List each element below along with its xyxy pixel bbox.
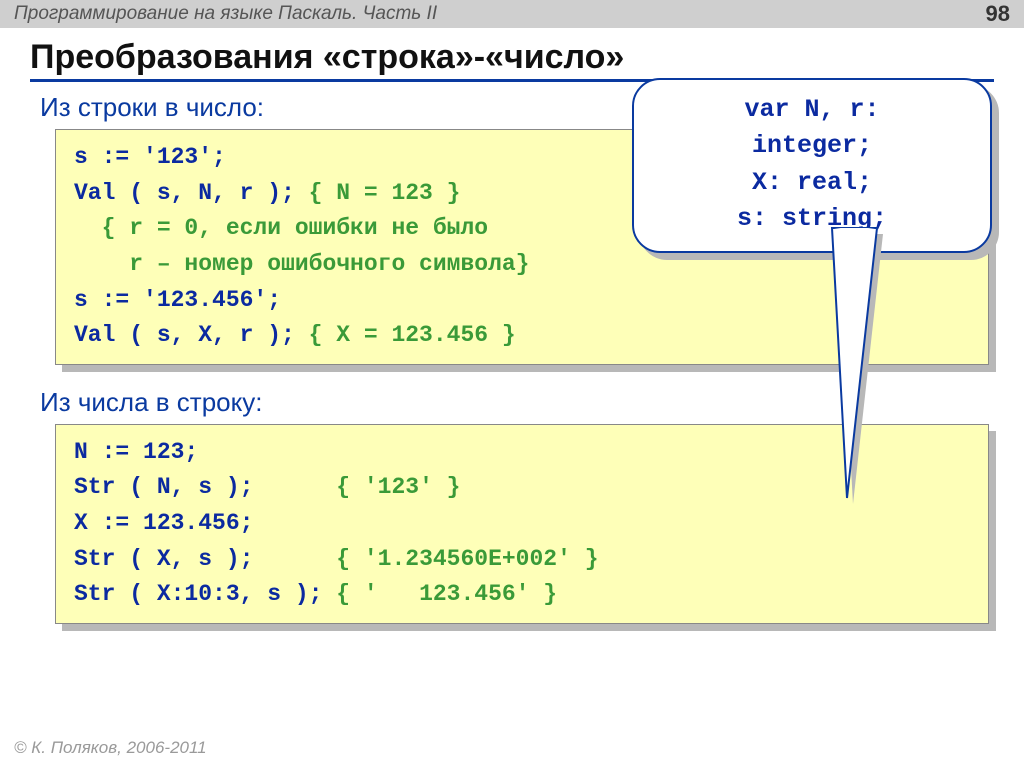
copyright: © К. Поляков, 2006-2011 (14, 738, 207, 758)
code-line: Str ( X:10:3, s ); { ' 123.456' } (74, 577, 970, 613)
page-title: Преобразования «строка»-«число» (0, 28, 1024, 79)
decl-line: X: real; (654, 165, 970, 201)
code-line: Str ( X, s ); { '1.234560E+002' } (74, 542, 970, 578)
code-line: X := 123.456; (74, 506, 970, 542)
declarations-bubble: var N, r: integer; X: real; s: string; (632, 78, 992, 253)
page-number: 98 (986, 1, 1010, 27)
bubble-body: var N, r: integer; X: real; s: string; (632, 78, 992, 253)
decl-line: var N, r: (654, 92, 970, 128)
decl-line: integer; (654, 128, 970, 164)
header-bar: Программирование на языке Паскаль. Часть… (0, 0, 1024, 28)
breadcrumb: Программирование на языке Паскаль. Часть… (14, 3, 437, 25)
